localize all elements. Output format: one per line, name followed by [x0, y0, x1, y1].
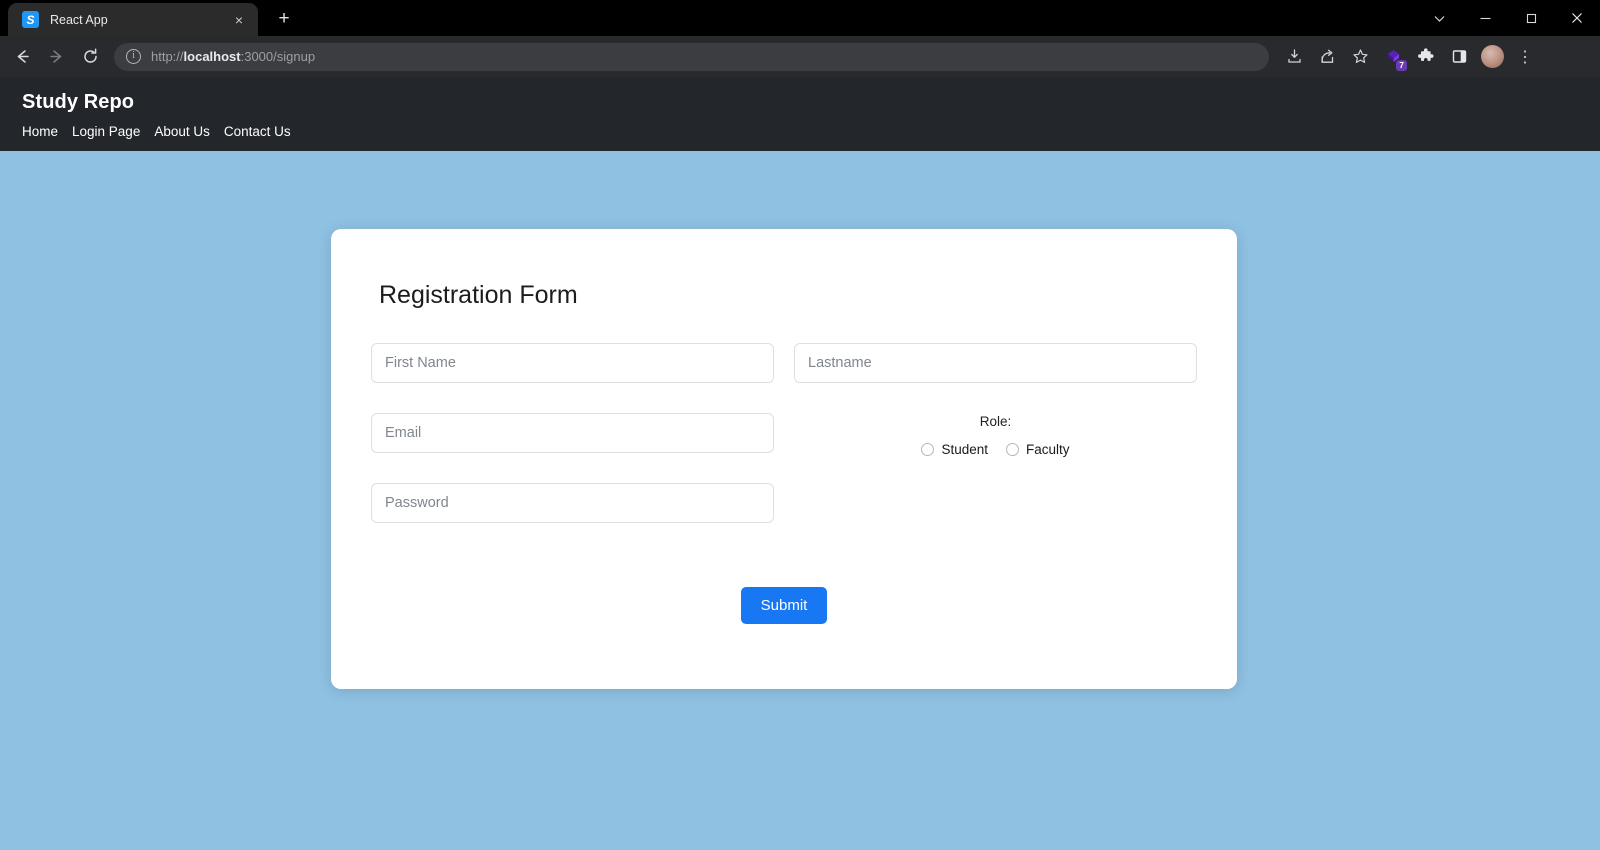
toolbar-icons: 7 ⋮ [1279, 42, 1540, 72]
nav-link-login-page[interactable]: Login Page [72, 124, 140, 139]
nav-link-home[interactable]: Home [22, 124, 58, 139]
avatar[interactable] [1477, 42, 1507, 72]
tab-title: React App [50, 12, 108, 27]
browser-window: S React App × + i http://localhost:3000/… [0, 0, 1600, 850]
role-faculty-label: Faculty [1026, 442, 1070, 457]
maximize-icon[interactable] [1508, 0, 1554, 36]
forward-icon[interactable] [40, 41, 72, 73]
tab-strip: S React App × + [0, 0, 1600, 36]
browser-tab[interactable]: S React App × [8, 3, 258, 36]
url-text: http://localhost:3000/signup [151, 49, 315, 64]
nav-link-about-us[interactable]: About Us [154, 124, 210, 139]
role-group: Role: Student Faculty [794, 413, 1197, 457]
role-option-faculty[interactable]: Faculty [1006, 442, 1070, 457]
address-bar[interactable]: i http://localhost:3000/signup [114, 42, 1269, 71]
last-name-input[interactable]: Lastname [794, 343, 1197, 383]
site-nav-links: Home Login Page About Us Contact Us [0, 124, 1600, 139]
bookmark-star-icon[interactable] [1345, 42, 1375, 72]
password-placeholder: Password [385, 495, 449, 511]
purple-extension-icon[interactable]: 7 [1378, 42, 1408, 72]
submit-row: Submit [331, 587, 1237, 624]
first-name-placeholder: First Name [385, 355, 456, 371]
role-label: Role: [979, 414, 1012, 429]
browser-toolbar: i http://localhost:3000/signup 7 ⋮ [0, 36, 1600, 77]
form-column-left: First Name Email Password [371, 343, 774, 523]
form-column-right: Lastname Role: Student Faculty [794, 343, 1197, 523]
email-input[interactable]: Email [371, 413, 774, 453]
window-controls [1416, 0, 1600, 36]
url-host: localhost [183, 49, 241, 64]
page-title: Registration Form [379, 281, 578, 309]
url-path: :3000/signup [240, 49, 316, 64]
side-panel-icon[interactable] [1444, 42, 1474, 72]
registration-card: Registration Form First Name Email Passw… [331, 229, 1237, 689]
radio-faculty-icon[interactable] [1006, 443, 1020, 456]
browser-menu-icon[interactable]: ⋮ [1510, 42, 1540, 72]
puzzle-icon[interactable] [1411, 42, 1441, 72]
reload-icon[interactable] [74, 41, 106, 73]
site-info-icon[interactable]: i [126, 49, 141, 64]
new-tab-button[interactable]: + [270, 5, 298, 33]
first-name-input[interactable]: First Name [371, 343, 774, 383]
minimize-icon[interactable] [1462, 0, 1508, 36]
page-viewport: Study Repo Home Login Page About Us Cont… [0, 77, 1600, 850]
share-icon[interactable] [1312, 42, 1342, 72]
email-placeholder: Email [385, 425, 422, 441]
last-name-placeholder: Lastname [808, 355, 872, 371]
download-icon[interactable] [1279, 42, 1309, 72]
avatar-image [1480, 45, 1504, 68]
submit-button[interactable]: Submit [740, 587, 828, 624]
extension-badge-count: 7 [1396, 59, 1407, 71]
nav-link-contact-us[interactable]: Contact Us [224, 124, 291, 139]
site-brand: Study Repo [22, 91, 135, 113]
radio-student-icon[interactable] [921, 443, 935, 456]
role-option-student[interactable]: Student [921, 442, 988, 457]
role-options: Student Faculty [921, 442, 1070, 457]
role-student-label: Student [941, 442, 989, 457]
url-scheme: http:// [151, 49, 184, 64]
form-grid: First Name Email Password Lastname Role: [331, 310, 1237, 523]
site-navbar: Study Repo Home Login Page About Us Cont… [0, 77, 1600, 151]
chevron-down-icon[interactable] [1416, 0, 1462, 36]
password-input[interactable]: Password [371, 483, 774, 523]
favicon-icon: S [22, 11, 39, 28]
close-icon[interactable]: × [230, 11, 248, 29]
close-window-icon[interactable] [1554, 0, 1600, 36]
back-icon[interactable] [6, 41, 38, 73]
